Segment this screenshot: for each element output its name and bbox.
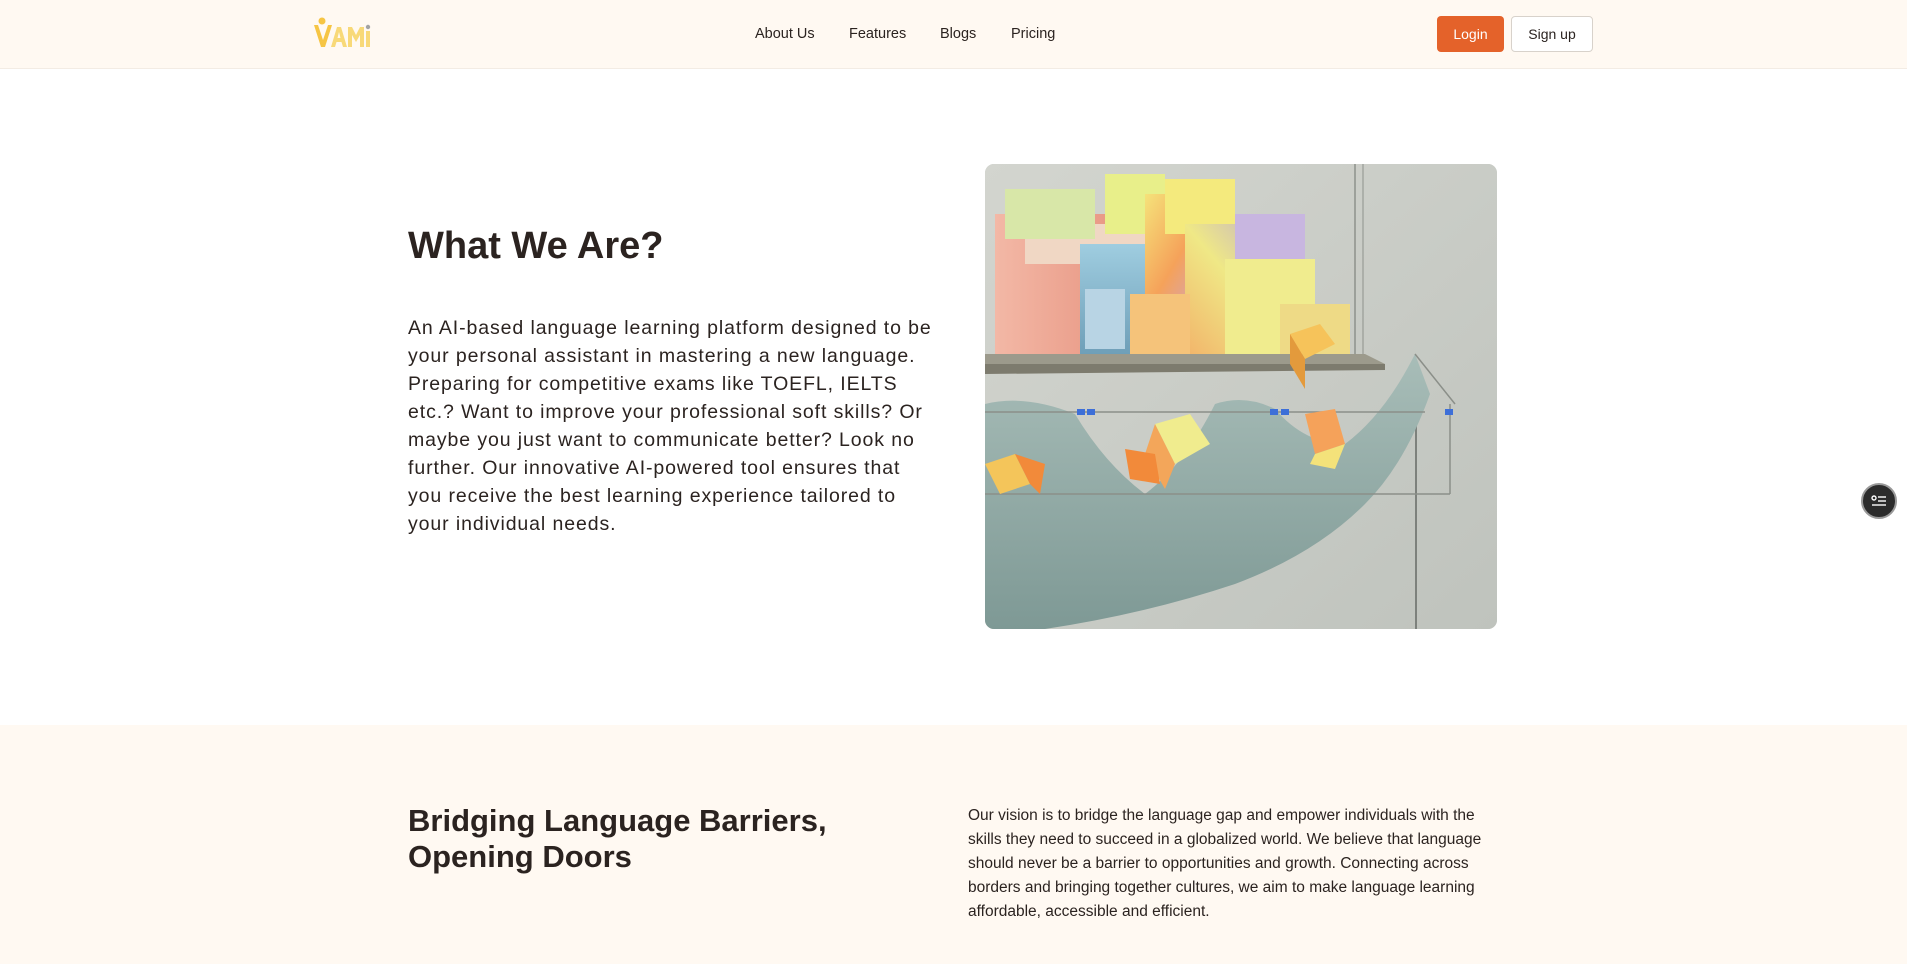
- nav-pricing[interactable]: Pricing: [1011, 25, 1055, 43]
- signup-button[interactable]: Sign up: [1511, 16, 1593, 52]
- vision-heading: Bridging Language Barriers, Opening Door…: [408, 803, 827, 874]
- page: About Us Features Blogs Pricing Login Si…: [0, 0, 1907, 964]
- what-we-are-description: An AI-based language learning platform d…: [408, 317, 932, 535]
- nav-about-us[interactable]: About Us: [755, 25, 815, 43]
- floating-menu-button[interactable]: [1861, 483, 1897, 519]
- nav-features[interactable]: Features: [849, 25, 906, 43]
- login-button[interactable]: Login: [1437, 16, 1504, 52]
- site-header: About Us Features Blogs Pricing Login Si…: [0, 0, 1907, 69]
- main-nav: About Us Features Blogs Pricing: [0, 0, 1907, 68]
- abstract-3d-blocks-image: [985, 164, 1497, 629]
- what-we-are-section: What We Are? An AI-based language learni…: [0, 69, 1907, 725]
- nav-blogs[interactable]: Blogs: [940, 25, 976, 43]
- vision-description: Our vision is to bridge the language gap…: [968, 807, 1482, 920]
- vision-section: Bridging Language Barriers, Opening Door…: [0, 725, 1907, 964]
- hero-image: [985, 164, 1497, 629]
- what-we-are-heading: What We Are?: [408, 225, 664, 267]
- list-settings-icon: [1871, 495, 1886, 506]
